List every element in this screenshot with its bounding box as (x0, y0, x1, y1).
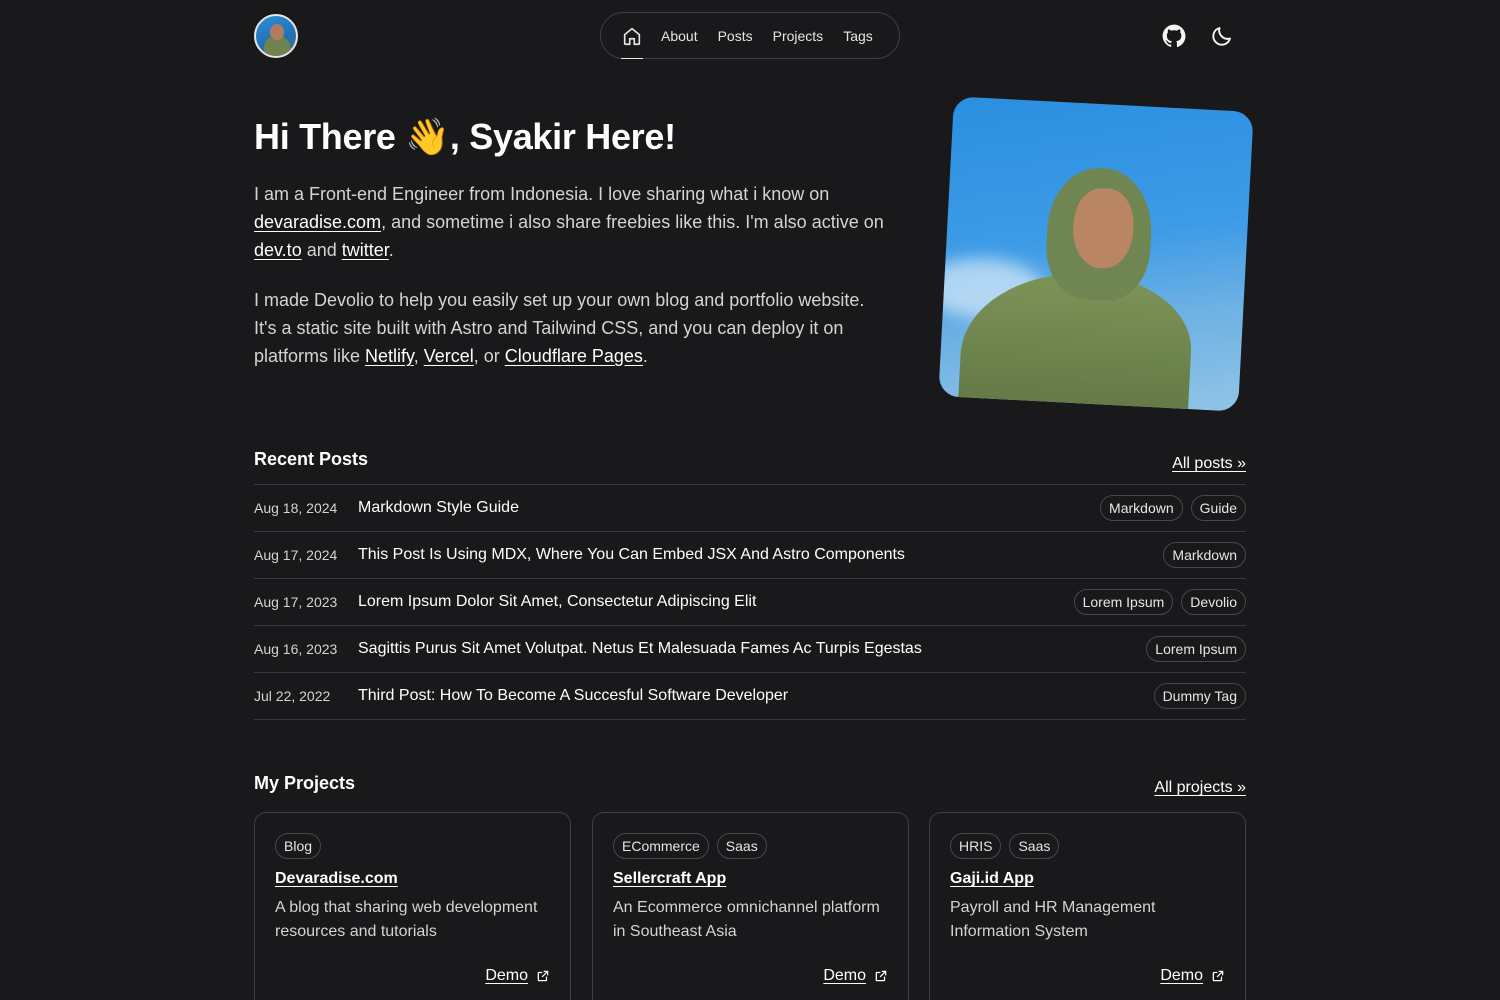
post-row[interactable]: Aug 18, 2024 Markdown Style Guide Markdo… (254, 485, 1246, 532)
post-date: Aug 17, 2024 (254, 547, 338, 563)
home-icon[interactable] (621, 25, 643, 59)
devaradise-link[interactable]: devaradise.com (254, 212, 381, 232)
tag-badge[interactable]: Markdown (1163, 542, 1246, 568)
post-row[interactable]: Aug 17, 2024 This Post Is Using MDX, Whe… (254, 532, 1246, 579)
project-description: A blog that sharing web development reso… (275, 899, 538, 940)
devto-link[interactable]: dev.to (254, 240, 302, 260)
post-date: Jul 22, 2022 (254, 688, 331, 704)
post-row[interactable]: Aug 16, 2023 Sagittis Purus Sit Amet Vol… (254, 626, 1246, 673)
profile-photo (938, 96, 1254, 412)
tag-badge[interactable]: Saas (1009, 833, 1060, 859)
hero-intro-text: , and sometime i also share freebies lik… (381, 212, 884, 232)
hero-devolio-text: , (413, 346, 424, 366)
post-tags: Markdown (1163, 542, 1246, 568)
tag-badge[interactable]: HRIS (950, 833, 1002, 859)
demo-label: Demo (823, 967, 866, 984)
tag-badge[interactable]: Blog (275, 833, 322, 859)
all-projects-link[interactable]: All projects » (1154, 779, 1246, 797)
tag-badge[interactable]: ECommerce (613, 833, 709, 859)
demo-link[interactable]: Demo (1160, 967, 1225, 985)
post-title[interactable]: Third Post: How To Become A Succesful So… (358, 687, 1154, 705)
post-title[interactable]: This Post Is Using MDX, Where You Can Em… (358, 546, 1163, 564)
project-tags: Blog (275, 833, 550, 859)
post-tags: Dummy Tag (1153, 683, 1246, 709)
recent-posts-list: Aug 18, 2024 Markdown Style Guide Markdo… (254, 484, 1246, 720)
post-title[interactable]: Sagittis Purus Sit Amet Volutpat. Netus … (358, 640, 1146, 658)
page: About Posts Projects Tags Hi There 👋, Sy… (0, 0, 1500, 1000)
post-date: Aug 18, 2024 (254, 500, 338, 516)
hero-devolio-text: , or (473, 346, 505, 366)
tag-badge[interactable]: Guide (1190, 495, 1246, 521)
hero-devolio-text: . (642, 346, 648, 366)
post-title[interactable]: Markdown Style Guide (358, 499, 1100, 517)
project-tags: HRIS Saas (950, 833, 1225, 859)
project-title-link[interactable]: Sellercraft App (613, 870, 726, 888)
theme-toggle-moon-icon[interactable] (1210, 24, 1234, 48)
hero-title: Hi There 👋, Syakir Here! (254, 116, 676, 157)
nav-item-tags[interactable]: Tags (843, 28, 873, 44)
project-tags: ECommerce Saas (613, 833, 888, 859)
tag-badge[interactable]: Saas (716, 833, 767, 859)
post-row[interactable]: Aug 17, 2023 Lorem Ipsum Dolor Sit Amet,… (254, 579, 1246, 626)
project-title-link[interactable]: Gaji.id App (950, 870, 1034, 888)
cloudflare-pages-link[interactable]: Cloudflare Pages (505, 346, 643, 366)
tag-badge[interactable]: Dummy Tag (1153, 683, 1246, 709)
hero-intro-paragraph: I am a Front-end Engineer from Indonesia… (254, 180, 884, 264)
post-tags: Markdown Guide (1100, 495, 1246, 521)
nav-item-about[interactable]: About (661, 28, 698, 44)
project-title-link[interactable]: Devaradise.com (275, 870, 398, 888)
post-tags: Lorem Ipsum (1146, 636, 1246, 662)
project-card: HRIS Saas Gaji.id App Payroll and HR Man… (929, 812, 1246, 1000)
project-description: Payroll and HR Management Information Sy… (950, 899, 1156, 940)
vercel-link[interactable]: Vercel (424, 346, 474, 366)
tag-badge[interactable]: Devolio (1181, 589, 1246, 615)
twitter-link[interactable]: twitter (342, 240, 389, 260)
netlify-link[interactable]: Netlify (365, 346, 414, 366)
post-title[interactable]: Lorem Ipsum Dolor Sit Amet, Consectetur … (358, 593, 1074, 611)
external-link-icon (537, 970, 549, 982)
main-nav: About Posts Projects Tags (600, 12, 900, 59)
demo-link[interactable]: Demo (485, 967, 550, 985)
project-description: An Ecommerce omnichannel platform in Sou… (613, 899, 880, 940)
post-row[interactable]: Jul 22, 2022 Third Post: How To Become A… (254, 673, 1246, 720)
hero-intro-text: I am a Front-end Engineer from Indonesia… (254, 184, 830, 204)
recent-posts-title: Recent Posts (254, 449, 369, 469)
nav-item-posts[interactable]: Posts (718, 28, 753, 44)
avatar[interactable] (254, 14, 298, 58)
tag-badge[interactable]: Markdown (1100, 495, 1183, 521)
avatar-head (270, 24, 284, 40)
demo-label: Demo (485, 967, 528, 984)
tag-badge[interactable]: Lorem Ipsum (1073, 589, 1174, 615)
external-link-icon (1212, 970, 1224, 982)
post-date: Aug 16, 2023 (254, 641, 338, 657)
hero-devolio-paragraph: I made Devolio to help you easily set up… (254, 286, 884, 370)
project-card: Blog Devaradise.com A blog that sharing … (254, 812, 571, 1000)
tag-badge[interactable]: Lorem Ipsum (1146, 636, 1246, 662)
hero-intro-text: and (301, 240, 342, 260)
nav-item-projects[interactable]: Projects (773, 28, 824, 44)
demo-link[interactable]: Demo (823, 967, 888, 985)
my-projects-title: My Projects (254, 773, 356, 793)
github-icon[interactable] (1161, 23, 1187, 49)
demo-label: Demo (1160, 967, 1203, 984)
project-card: ECommerce Saas Sellercraft App An Ecomme… (592, 812, 909, 1000)
hero-intro-text: . (388, 240, 394, 260)
all-posts-link[interactable]: All posts » (1172, 455, 1246, 473)
post-tags: Lorem Ipsum Devolio (1073, 589, 1246, 615)
post-date: Aug 17, 2023 (254, 594, 338, 610)
external-link-icon (875, 970, 887, 982)
